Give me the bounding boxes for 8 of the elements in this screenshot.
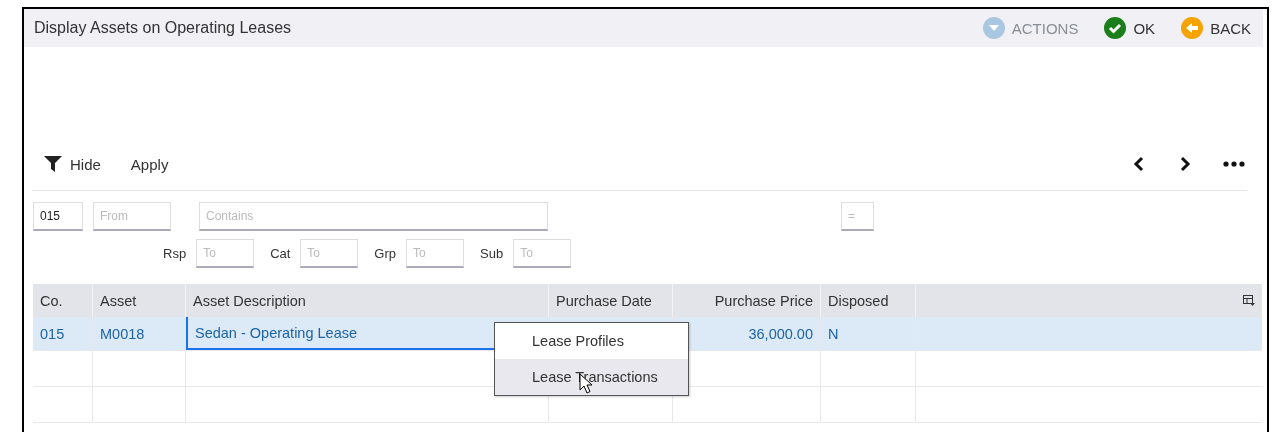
window-title: Display Assets on Operating Leases bbox=[34, 19, 293, 37]
table-cell: 015 bbox=[33, 317, 93, 350]
table-cell: M0018 bbox=[93, 317, 186, 350]
table-cell: N bbox=[821, 317, 916, 350]
filter-label: Sub bbox=[480, 246, 504, 261]
filter-label: Rsp bbox=[163, 246, 187, 261]
filter-label: Grp bbox=[374, 246, 397, 261]
filter-label: Cat bbox=[270, 246, 291, 261]
